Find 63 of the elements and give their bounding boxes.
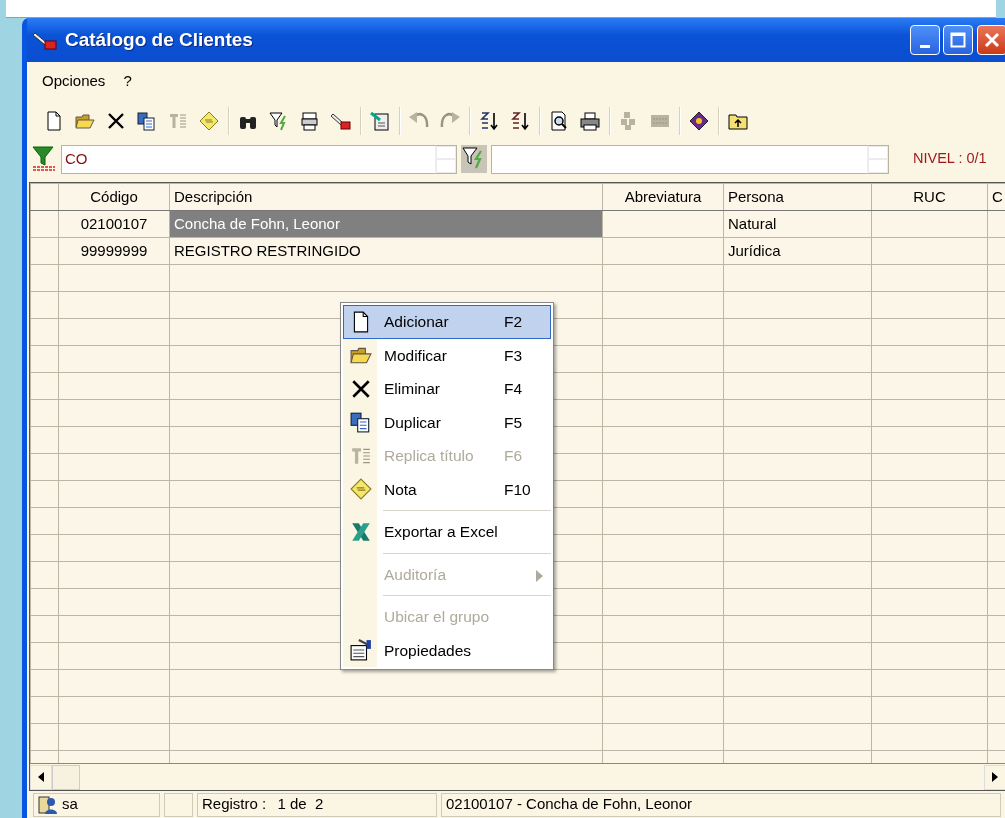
printer-icon (580, 111, 600, 131)
filter-field[interactable] (491, 144, 867, 174)
column-header[interactable]: RUC (871, 183, 988, 211)
pen-icon (331, 111, 351, 131)
maximize-button[interactable] (943, 25, 974, 55)
user-icon (38, 794, 58, 815)
table-cell: Jurídica (728, 241, 781, 259)
filter-icon (269, 111, 289, 131)
left-arrow-icon (37, 772, 45, 782)
sort-ascending-icon (479, 111, 499, 131)
menu-item[interactable]: Exportar a Excel (343, 515, 551, 549)
sort-descending-icon (510, 111, 530, 131)
status-panel (164, 792, 193, 817)
filter-lightning-icon[interactable] (461, 145, 487, 173)
level-indicator: NIVEL : 0/1 (913, 149, 987, 169)
search-field[interactable]: CO (61, 144, 435, 174)
record-label: Registro : (202, 794, 267, 815)
record-count: 1 de 2 (277, 794, 324, 815)
column-header[interactable]: C (987, 183, 1005, 211)
column-header[interactable]: Descripción (169, 183, 603, 211)
title-lines-icon (168, 111, 188, 131)
document-icon (44, 111, 64, 131)
column-header[interactable]: Persona (723, 183, 872, 211)
menu-item[interactable]: Adicionar F2 (343, 305, 551, 339)
right-arrow-icon (991, 772, 999, 782)
menu-item[interactable]: Duplicar F5 (343, 405, 551, 439)
menu-item[interactable]: ? (121, 69, 134, 93)
properties-icon (350, 639, 372, 662)
close-button[interactable] (977, 25, 1005, 55)
document-stack-icon (300, 111, 320, 131)
note-icon (199, 111, 219, 131)
delete-icon (106, 111, 126, 131)
minimize-button[interactable] (909, 25, 940, 55)
print-preview-icon (549, 111, 569, 131)
menu-item[interactable]: Nota F10 (343, 472, 551, 506)
table-cell: 99999999 (80, 241, 148, 259)
user-name: sa (62, 794, 78, 815)
window-title: Catálogo de Clientes (65, 27, 253, 52)
scrollbar-thumb[interactable] (52, 764, 80, 790)
menu-item[interactable]: Eliminar F4 (343, 372, 551, 406)
scroll-right-button[interactable] (984, 764, 1005, 790)
note-icon (350, 478, 372, 501)
column-header[interactable]: Abreviatura (602, 183, 724, 211)
maximize-icon (950, 32, 967, 48)
duplicate-icon (137, 111, 157, 131)
menu-item[interactable]: Propiedades (343, 633, 551, 667)
table-cell: Natural (728, 214, 777, 232)
close-icon (984, 32, 1000, 48)
menu-item[interactable]: Opciones (40, 69, 108, 93)
folder-up-icon (728, 111, 748, 131)
duplicate-icon (350, 411, 372, 434)
table-cell: Concha de Fohn, Leonor (174, 214, 340, 232)
table-cell: REGISTRO RESTRINGIDO (174, 241, 361, 259)
minimize-icon (919, 44, 930, 48)
spreadsheet-x-icon (350, 520, 372, 543)
current-record: 02100107 - Concha de Fohn, Leonor (441, 792, 1001, 817)
column-header[interactable]: Código (58, 183, 170, 211)
filter-icon[interactable] (31, 145, 57, 173)
table-cell: 02100107 (80, 214, 148, 232)
folder-icon (75, 111, 95, 131)
scroll-left-button[interactable] (30, 764, 52, 790)
menu-item[interactable]: Modificar F3 (343, 338, 551, 372)
export-document-icon (370, 111, 390, 131)
